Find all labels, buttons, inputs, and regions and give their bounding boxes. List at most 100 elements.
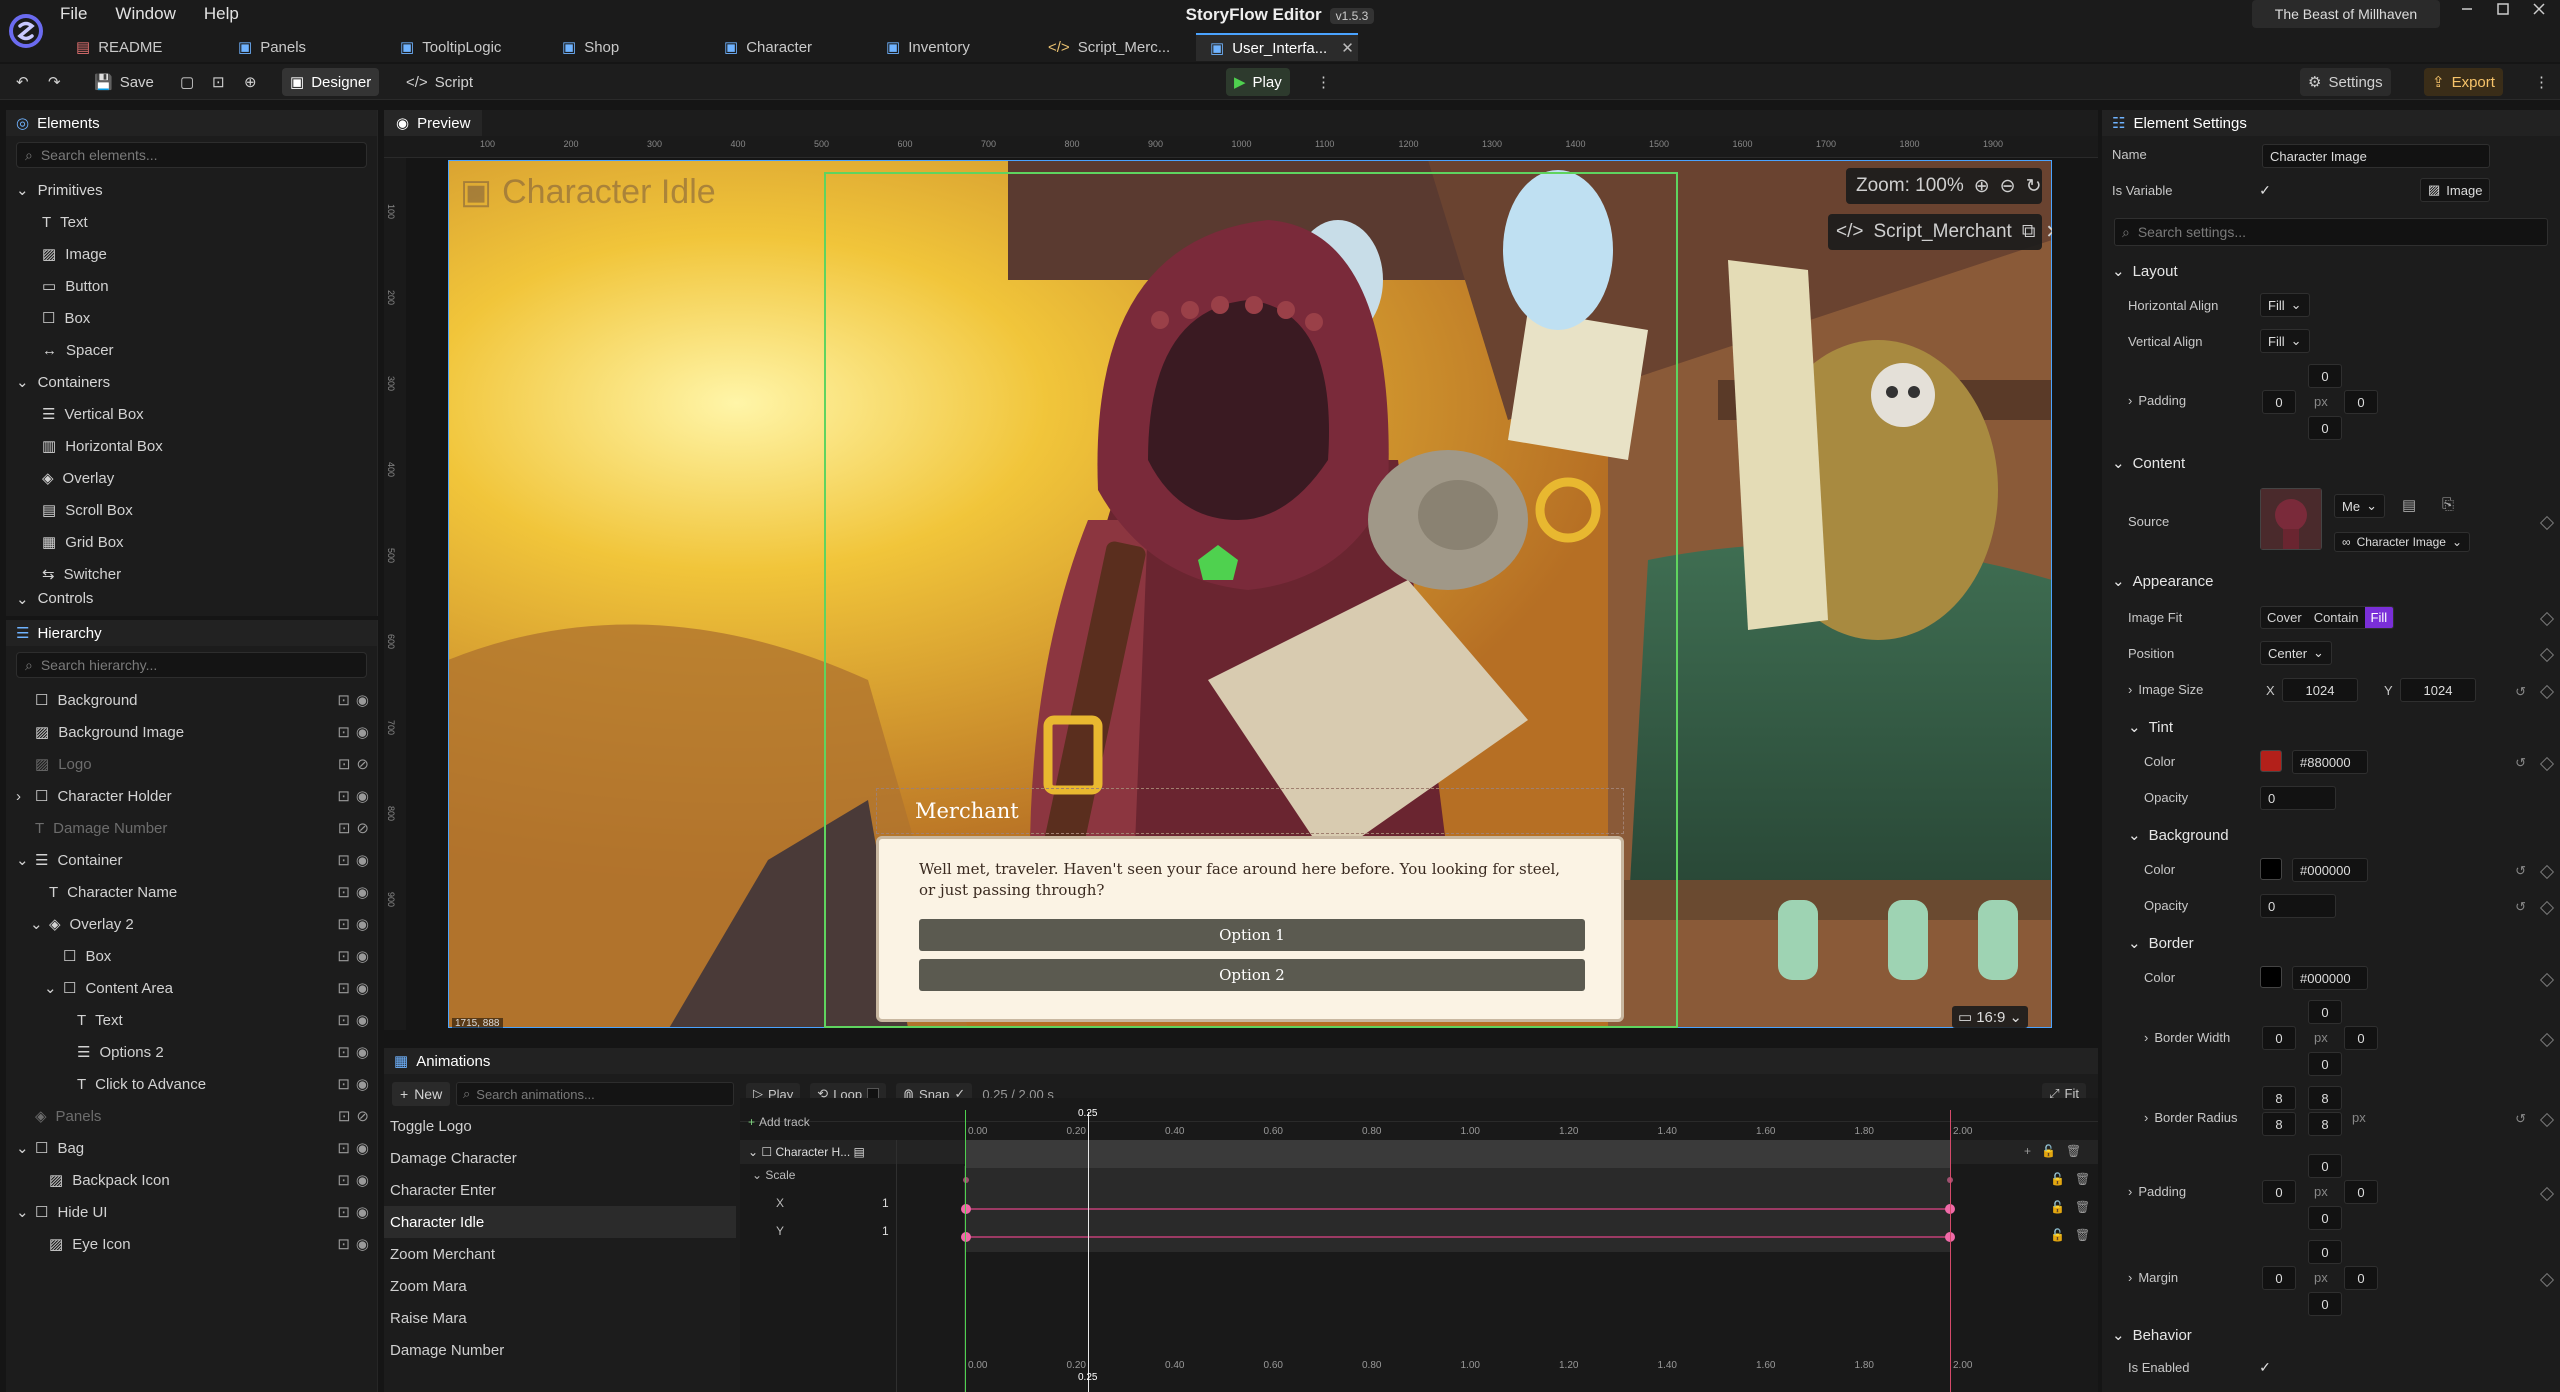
keyframe-diamond-icon[interactable] <box>2539 611 2555 627</box>
eye-icon[interactable]: ◉ <box>356 787 369 805</box>
lock-icon[interactable]: ⊡ <box>338 1107 351 1125</box>
keyframe-diamond-icon[interactable] <box>2539 900 2555 916</box>
x-value[interactable]: 1 <box>882 1196 889 1210</box>
lock-icon[interactable]: ⊡ <box>337 851 350 869</box>
background-section[interactable]: ⌄ Background <box>2128 826 2229 845</box>
source-variable-select[interactable]: ∞ Character Image ⌄ <box>2334 532 2470 552</box>
close-icon[interactable]: ✕ <box>2045 221 2052 244</box>
reset-icon[interactable]: ↺ <box>2515 899 2526 915</box>
horizontal-align-select[interactable]: Fill ⌄ <box>2260 293 2310 317</box>
play-button[interactable]: ▶ Play <box>1226 68 1290 96</box>
content-section[interactable]: ⌄ Content <box>2112 454 2185 473</box>
reset-icon[interactable]: ↺ <box>2515 863 2526 879</box>
padding2-right-input[interactable]: 0 <box>2344 1180 2378 1204</box>
margin-row[interactable]: › Margin <box>2128 1270 2178 1285</box>
element-box[interactable]: ☐ Box <box>16 302 377 334</box>
keyframe-diamond-icon[interactable] <box>2539 1032 2555 1048</box>
hierarchy-item[interactable]: ☐ Background ⊡ ◉ <box>6 684 377 716</box>
hierarchy-item[interactable]: ⌄ ☐ Content Area ⊡ ◉ <box>6 972 377 1004</box>
close-tab-icon[interactable]: ✕ <box>1341 39 1354 57</box>
eye-icon[interactable]: ◉ <box>356 915 369 933</box>
hierarchy-item[interactable]: ▨ Background Image ⊡ ◉ <box>6 716 377 748</box>
margin-right-input[interactable]: 0 <box>2344 1266 2378 1290</box>
animation-search[interactable]: ⌕ Search animations... <box>456 1082 734 1106</box>
padding-right-input[interactable]: 0 <box>2344 390 2378 414</box>
border-width-row[interactable]: › Border Width <box>2144 1030 2230 1045</box>
tab-user-interface[interactable]: ▣ User_Interfa... ✕ <box>1196 33 1358 61</box>
element-overlay[interactable]: ◈ Overlay <box>16 462 377 494</box>
category-containers[interactable]: ⌄ Containers <box>16 366 377 398</box>
undo-icon[interactable]: ↶ <box>8 68 37 96</box>
screenshot-icon[interactable]: ⊡ <box>204 68 233 96</box>
tint-color-swatch[interactable] <box>2260 750 2282 772</box>
is-enabled-checkbox[interactable]: ✓ <box>2256 1358 2274 1376</box>
eye-off-icon[interactable]: ⊘ <box>356 755 369 773</box>
hierarchy-search[interactable]: ⌕ Search hierarchy... <box>16 652 367 678</box>
source-thumbnail[interactable] <box>2260 488 2322 550</box>
animation-item[interactable]: Character Idle <box>384 1206 736 1238</box>
hierarchy-item[interactable]: › ☐ Character Holder ⊡ ◉ <box>6 780 377 812</box>
lock-icon[interactable]: ⊡ <box>337 723 350 741</box>
reset-icon[interactable]: ↺ <box>2515 1111 2526 1127</box>
padding2-bottom-input[interactable]: 0 <box>2308 1206 2342 1230</box>
source-mode-select[interactable]: Me ⌄ <box>2334 494 2385 518</box>
hierarchy-item[interactable]: ▨ Backpack Icon ⊡ ◉ <box>6 1164 377 1196</box>
padding-left-input[interactable]: 0 <box>2262 390 2296 414</box>
reset-zoom-icon[interactable]: ↻ <box>2026 175 2042 198</box>
end-marker[interactable] <box>1950 1110 1951 1392</box>
open-script-icon[interactable]: ⧉ <box>2022 221 2036 243</box>
keyframe-diamond-icon[interactable] <box>2539 647 2555 663</box>
hierarchy-item[interactable]: T Text ⊡ ◉ <box>6 1004 377 1036</box>
eye-icon[interactable]: ◉ <box>356 1075 369 1093</box>
eye-icon[interactable]: ◉ <box>356 723 369 741</box>
chevron-down-icon[interactable]: ⌄ <box>44 979 57 997</box>
keyframe-diamond-icon[interactable] <box>2539 972 2555 988</box>
element-vertical-box[interactable]: ☰ Vertical Box <box>16 398 377 430</box>
eye-icon[interactable]: ◉ <box>356 1203 369 1221</box>
option-2-button[interactable]: Option 2 <box>919 959 1585 991</box>
lock-icon[interactable]: ⊡ <box>338 819 351 837</box>
more-icon[interactable]: ⋮ <box>1308 68 1339 96</box>
chevron-down-icon[interactable]: ⌄ <box>16 1139 29 1157</box>
eye-icon[interactable]: ◉ <box>356 1043 369 1061</box>
file-icon[interactable]: ▤ <box>2402 496 2416 514</box>
eye-icon[interactable]: ◉ <box>356 691 369 709</box>
eye-icon[interactable]: ◉ <box>356 1011 369 1029</box>
keyframe-y-start[interactable] <box>961 1232 971 1242</box>
chevron-down-icon[interactable]: ⌄ <box>16 851 29 869</box>
tab-character[interactable]: ▣ Character <box>710 33 872 61</box>
margin-top-input[interactable]: 0 <box>2308 1240 2342 1264</box>
maximize-icon[interactable] <box>2496 2 2510 16</box>
animation-item[interactable]: Raise Mara <box>384 1302 736 1334</box>
hierarchy-item[interactable]: ⌄ ☰ Container ⊡ ◉ <box>6 844 377 876</box>
preview-canvas[interactable]: ▣ Character Idle Zoom: 100% ⊕ ⊖ ↻ </> Scr… <box>448 160 2052 1028</box>
lock-icon[interactable]: ⊡ <box>338 755 351 773</box>
animation-item[interactable]: Character Enter <box>384 1174 736 1206</box>
image-size-row[interactable]: › Image Size <box>2128 682 2203 697</box>
is-variable-checkbox[interactable]: ✓ <box>2256 181 2274 199</box>
lock-icon[interactable]: ⊡ <box>337 947 350 965</box>
tab-script-merchant[interactable]: </> Script_Merc... <box>1034 33 1196 61</box>
fit-fill-option[interactable]: Fill <box>2364 607 2394 628</box>
fit-cover-option[interactable]: Cover <box>2261 607 2308 628</box>
lock-icon[interactable]: 🔓 <box>2050 1228 2065 1242</box>
keyframe-diamond-icon[interactable] <box>2539 756 2555 772</box>
padding-row[interactable]: › Padding <box>2128 393 2186 408</box>
add-keyframe-icon[interactable]: + <box>2024 1144 2031 1158</box>
hierarchy-item[interactable]: T Damage Number ⊡ ⊘ <box>6 812 377 844</box>
new-file-icon[interactable]: ▢ <box>172 68 202 96</box>
eye-icon[interactable]: ◉ <box>356 851 369 869</box>
padding2-row[interactable]: › Padding <box>2128 1184 2186 1199</box>
lock-icon[interactable]: ⊡ <box>337 1011 350 1029</box>
animation-item[interactable]: Zoom Mara <box>384 1270 736 1302</box>
border-width-right-input[interactable]: 0 <box>2344 1026 2378 1050</box>
hierarchy-item[interactable]: T Click to Advance ⊡ ◉ <box>6 1068 377 1100</box>
y-value[interactable]: 1 <box>882 1224 889 1238</box>
margin-bottom-input[interactable]: 0 <box>2308 1292 2342 1316</box>
trash-icon[interactable]: 🗑 <box>2075 1172 2090 1186</box>
hierarchy-item[interactable]: ☰ Options 2 ⊡ ◉ <box>6 1036 377 1068</box>
vertical-align-select[interactable]: Fill ⌄ <box>2260 329 2310 353</box>
keyframe-scale-start[interactable] <box>963 1177 969 1183</box>
border-radius-row[interactable]: › Border Radius <box>2144 1110 2237 1125</box>
keyframe-diamond-icon[interactable] <box>2539 1272 2555 1288</box>
